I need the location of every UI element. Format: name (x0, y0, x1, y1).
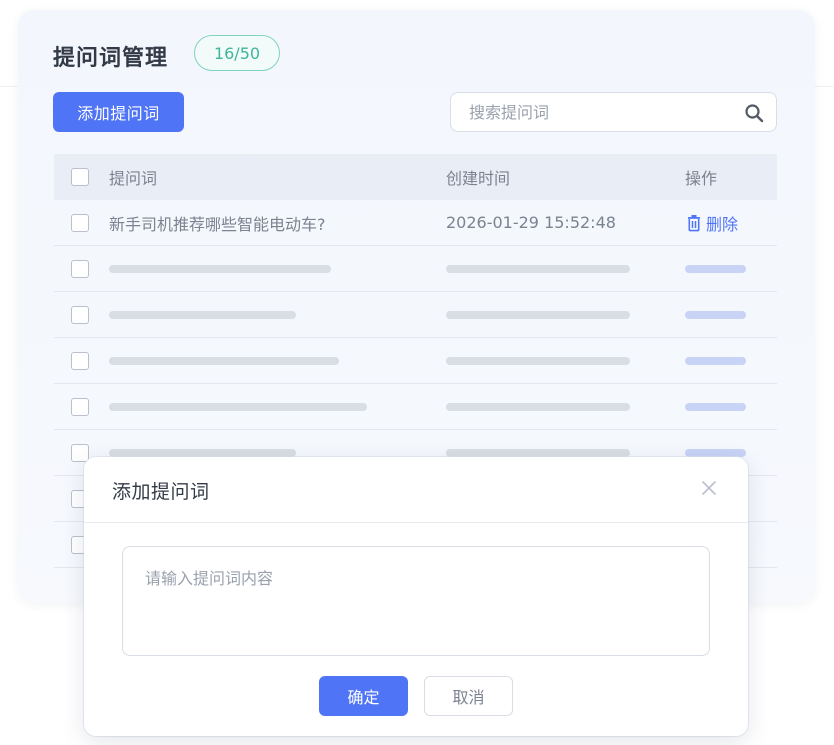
placeholder-row (54, 338, 777, 384)
search-input[interactable] (467, 93, 727, 131)
table-header: 提问词 创建时间 操作 (54, 154, 777, 200)
search-box (450, 92, 777, 132)
trash-icon (688, 214, 700, 231)
placeholder-row (54, 384, 777, 430)
question-cell: 新手司机推荐哪些智能电动车? (109, 214, 326, 234)
dialog-title: 添加提问词 (112, 481, 210, 503)
loading-bar (109, 402, 367, 411)
loading-bar (446, 264, 630, 273)
column-header-question: 提问词 (109, 169, 158, 188)
table-row: 新手司机推荐哪些智能电动车? 2026-01-29 15:52:48 删除 (54, 200, 777, 246)
loading-bar (685, 402, 746, 411)
page-title: 提问词管理 (53, 46, 169, 71)
row-checkbox[interactable] (71, 305, 89, 324)
loading-bar (446, 310, 630, 319)
loading-bar (109, 264, 331, 273)
loading-bar (109, 310, 296, 319)
select-all-checkbox[interactable] (71, 168, 89, 186)
row-checkbox[interactable] (71, 259, 89, 278)
count-badge: 16/50 (194, 35, 280, 71)
prompt-content-input[interactable] (122, 546, 710, 656)
row-checkbox[interactable] (71, 443, 89, 462)
loading-bar (685, 448, 746, 457)
delete-button[interactable]: 删除 (685, 211, 738, 235)
add-prompt-dialog: 添加提问词 确定 取消 (84, 457, 748, 736)
row-checkbox[interactable] (71, 213, 89, 232)
dialog-divider (84, 522, 748, 523)
search-icon[interactable] (744, 103, 764, 123)
loading-bar (446, 448, 630, 457)
add-prompt-button[interactable]: 添加提问词 (53, 92, 184, 132)
close-icon[interactable] (700, 479, 718, 497)
loading-bar (446, 402, 630, 411)
loading-bar (685, 310, 746, 319)
delete-label: 删除 (706, 214, 739, 234)
column-header-action: 操作 (685, 169, 718, 188)
column-header-created: 创建时间 (446, 169, 511, 188)
loading-bar (109, 448, 296, 457)
confirm-button[interactable]: 确定 (319, 676, 408, 716)
row-checkbox[interactable] (71, 351, 89, 370)
loading-bar (685, 356, 746, 365)
placeholder-row (54, 292, 777, 338)
loading-bar (109, 356, 339, 365)
placeholder-row (54, 246, 777, 292)
created-time-cell: 2026-01-29 15:52:48 (446, 213, 616, 232)
loading-bar (685, 264, 746, 273)
loading-bar (446, 356, 630, 365)
cancel-button[interactable]: 取消 (424, 676, 513, 716)
row-checkbox[interactable] (71, 397, 89, 416)
